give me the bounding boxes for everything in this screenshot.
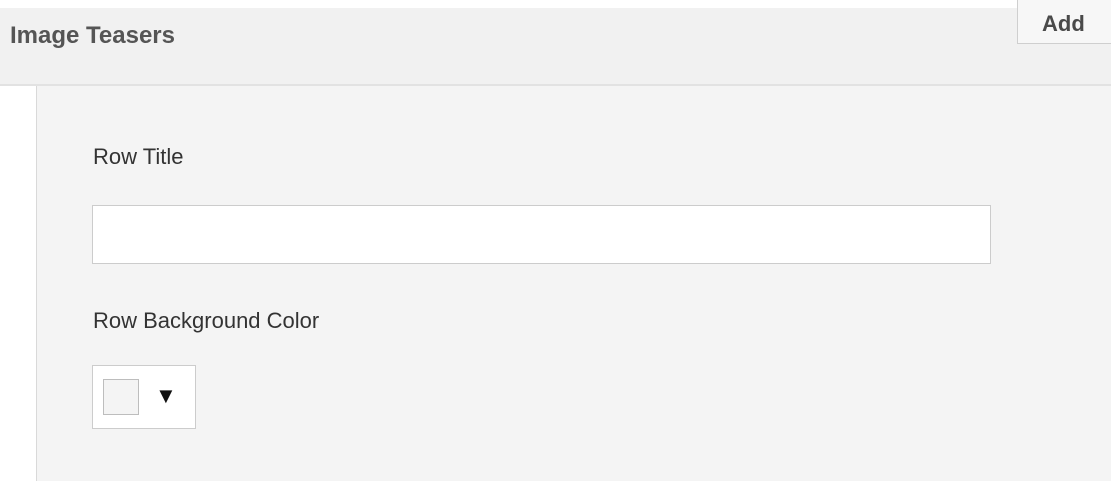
row-background-color-picker[interactable]: ▼ <box>92 365 196 429</box>
color-swatch <box>103 379 139 415</box>
section-header: Image Teasers <box>0 8 1111 86</box>
chevron-down-icon[interactable]: ▼ <box>155 382 177 410</box>
row-title-label: Row Title <box>93 144 184 169</box>
page: Image Teasers Add Row Title Row Backgrou… <box>0 0 1111 481</box>
row-title-input[interactable] <box>92 205 991 264</box>
row-background-color-label: Row Background Color <box>93 308 320 333</box>
form-panel: Row Title Row Background Color ▼ <box>36 86 1111 481</box>
section-title: Image Teasers <box>10 22 175 49</box>
add-button[interactable]: Add <box>1017 0 1111 44</box>
